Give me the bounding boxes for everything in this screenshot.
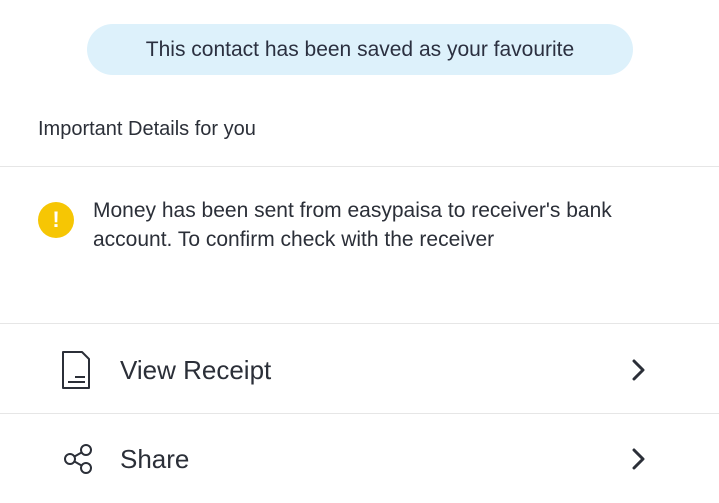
important-details-title: Important Details for you xyxy=(38,118,256,140)
share-label: Share xyxy=(120,443,190,474)
chevron-right-icon xyxy=(626,355,650,385)
view-receipt-label: View Receipt xyxy=(120,354,272,385)
view-receipt-button[interactable]: View Receipt xyxy=(0,326,719,414)
notice-text: Money has been sent from easypaisa to re… xyxy=(93,199,612,251)
important-notice: ! Money has been sent from easypaisa to … xyxy=(38,196,678,254)
chevron-right-icon xyxy=(626,444,650,474)
divider xyxy=(0,413,719,414)
favourite-saved-toast: This contact has been saved as your favo… xyxy=(87,24,633,75)
receipt-icon xyxy=(58,348,94,392)
divider xyxy=(0,166,719,167)
toast-message: This contact has been saved as your favo… xyxy=(145,37,575,61)
share-button[interactable]: Share xyxy=(0,415,719,503)
share-icon xyxy=(60,437,96,481)
warning-icon: ! xyxy=(38,202,74,238)
divider xyxy=(0,323,719,324)
